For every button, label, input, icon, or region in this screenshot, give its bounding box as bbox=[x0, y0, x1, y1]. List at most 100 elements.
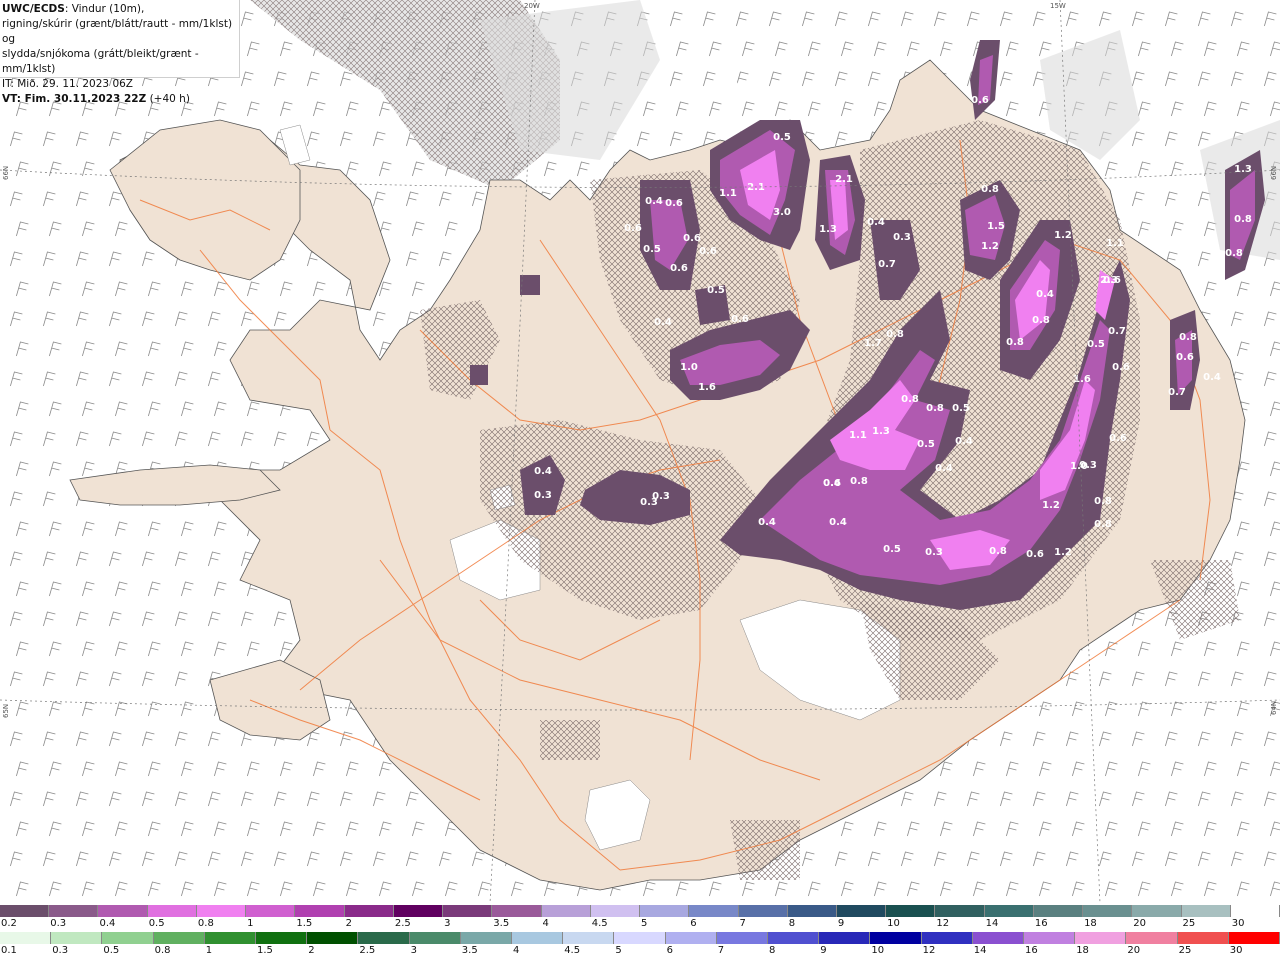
precip-value: 0.8 bbox=[926, 403, 944, 414]
rain-scale-cell bbox=[153, 932, 205, 944]
precip-value: 0.3 bbox=[534, 490, 552, 501]
snow-scale-labels: 0.2 0.3 0.4 0.5 0.8 1 1.5 2 2.5 3 3.5 4 4.5 5 6 7 8 9 10 12… bbox=[0, 918, 1280, 932]
rain-scale-tick: 10 bbox=[871, 945, 885, 956]
precip-value: 0.4 bbox=[823, 478, 841, 489]
precip-value: 0.5 bbox=[917, 439, 935, 450]
precip-value: 0.4 bbox=[1036, 289, 1054, 300]
snow-scale-tick: 5 bbox=[641, 918, 648, 929]
precip-value: 0.5 bbox=[773, 132, 791, 143]
forecast-hour: (+40 h) bbox=[146, 93, 190, 105]
rain-scale-cell bbox=[512, 932, 564, 944]
rain-color-scale bbox=[0, 932, 1280, 944]
lon-15w-label: 15W bbox=[1050, 2, 1066, 10]
rain-scale-tick: 14 bbox=[973, 945, 987, 956]
snow-scale-tick: 3.5 bbox=[493, 918, 510, 929]
precip-value: 0.6 bbox=[683, 233, 701, 244]
precip-value: 0.6 bbox=[1176, 352, 1194, 363]
snow-scale-cell bbox=[443, 905, 493, 917]
snow-scale-tick: 4 bbox=[542, 918, 549, 929]
rain-scale-cell bbox=[204, 932, 257, 944]
precip-value: 0.5 bbox=[643, 244, 661, 255]
precip-value: 0.5 bbox=[1087, 339, 1105, 350]
lat-64n-right-label: 64N bbox=[1270, 700, 1278, 715]
rain-scale-cell bbox=[768, 932, 820, 944]
precip-value: 0.8 bbox=[1094, 519, 1112, 530]
rain-scale-tick: 1.5 bbox=[257, 945, 273, 956]
precip-value: 0.4 bbox=[935, 463, 953, 474]
forecast-map: 0.60.50.31.32.11.13.02.11.30.40.30.70.81… bbox=[0, 0, 1280, 903]
precip-value: 0.8 bbox=[901, 394, 919, 405]
rain-scale-tick: 3.5 bbox=[461, 945, 478, 956]
rain-scale-tick: 0.3 bbox=[52, 945, 69, 956]
snow-scale-tick: 25 bbox=[1182, 918, 1196, 929]
lat-66n-left-label: 66N bbox=[2, 165, 10, 180]
snow-scale-cell bbox=[787, 905, 837, 917]
header-line2: rigning/skúrir (grænt/blátt/rautt - mm/1… bbox=[2, 18, 233, 45]
snow-scale-cell bbox=[590, 905, 641, 917]
header-line1: : Vindur (10m), bbox=[64, 3, 145, 15]
snow-scale-cell bbox=[640, 905, 690, 917]
snow-scale-cell bbox=[984, 905, 1034, 917]
precip-value: 0.5 bbox=[952, 403, 970, 414]
precip-value: 0.7 bbox=[1108, 326, 1126, 337]
snow-scale-tick: 2.5 bbox=[394, 918, 411, 929]
precip-value: 1.1 bbox=[719, 188, 737, 199]
rain-scale-cell bbox=[358, 932, 410, 944]
precip-value: 0.7 bbox=[1168, 387, 1186, 398]
precip-value: 0.8 bbox=[1179, 332, 1197, 343]
rain-scale-tick: 2 bbox=[308, 945, 315, 956]
header-line3: slydda/snjókoma (grátt/bleikt/grænt - mm… bbox=[2, 48, 199, 75]
precip-value: 1.2 bbox=[1054, 230, 1072, 241]
snow-scale-cell bbox=[393, 905, 444, 917]
rain-scale-cell bbox=[102, 932, 154, 944]
precip-value: 0.6 bbox=[971, 95, 989, 106]
rain-scale-tick: 5 bbox=[615, 945, 622, 956]
snow-scale-tick: 7 bbox=[739, 918, 746, 929]
snow-scale-tick: 4.5 bbox=[591, 918, 608, 929]
precip-value: 0.8 bbox=[886, 329, 904, 340]
rain-scale-cell bbox=[307, 932, 359, 944]
precip-value: 0.4 bbox=[1203, 372, 1221, 383]
precip-value: 0.6 bbox=[624, 223, 642, 234]
precip-value: 0.6 bbox=[670, 263, 688, 274]
precip-value: 1.6 bbox=[698, 382, 716, 393]
snow-scale-tick: 6 bbox=[690, 918, 697, 929]
snow-scale-tick: 0.8 bbox=[197, 918, 214, 929]
rain-scale-cell bbox=[1075, 932, 1127, 944]
rain-scale-cell bbox=[1024, 932, 1076, 944]
rain-scale-cell bbox=[1228, 932, 1280, 944]
precip-value: 0.7 bbox=[878, 259, 896, 270]
precip-value: 0.4 bbox=[758, 517, 776, 528]
precip-value: 1.2 bbox=[1054, 547, 1072, 558]
precip-value: 0.8 bbox=[981, 184, 999, 195]
precip-value: 1.1 bbox=[849, 430, 867, 441]
rain-scale-tick: 3 bbox=[410, 945, 417, 956]
snow-scale-tick: 0.5 bbox=[148, 918, 165, 929]
precip-value: 0.8 bbox=[1234, 214, 1252, 225]
snow-scale-cell bbox=[541, 905, 591, 917]
precip-value: 0.4 bbox=[955, 436, 973, 447]
rain-scale-tick: 4.5 bbox=[564, 945, 581, 956]
rain-scale-tick: 25 bbox=[1178, 945, 1192, 956]
precip-value: 1.3 bbox=[872, 426, 890, 437]
precip-value: 1.2 bbox=[981, 241, 999, 252]
rain-scale-cell bbox=[716, 932, 769, 944]
snow-scale-cell bbox=[886, 905, 936, 917]
snow-scale-tick: 16 bbox=[1034, 918, 1048, 929]
precip-value: 1.2 bbox=[1042, 500, 1060, 511]
snow-scale-cell bbox=[836, 905, 887, 917]
precip-value: 0.3 bbox=[893, 232, 911, 243]
rain-scale-cell bbox=[1126, 932, 1178, 944]
map-header-box: UWC/ECDS: Vindur (10m), rigning/skúrir (… bbox=[0, 0, 240, 105]
precip-value: 0.6 bbox=[1026, 549, 1044, 560]
precip-value: 2.3 bbox=[1100, 275, 1118, 286]
precip-value: 0.3 bbox=[731, 80, 749, 91]
rain-scale-tick: 4 bbox=[513, 945, 520, 956]
precip-value: 1.3 bbox=[819, 224, 837, 235]
precip-value: 0.6 bbox=[699, 246, 717, 257]
precip-value: 1.3 bbox=[1234, 164, 1252, 175]
lat-66n-right-label: 66N bbox=[1270, 165, 1278, 180]
snow-scale-tick: 0.4 bbox=[99, 918, 116, 929]
precip-value: 2.1 bbox=[747, 182, 765, 193]
snow-scale-tick: 10 bbox=[887, 918, 900, 929]
